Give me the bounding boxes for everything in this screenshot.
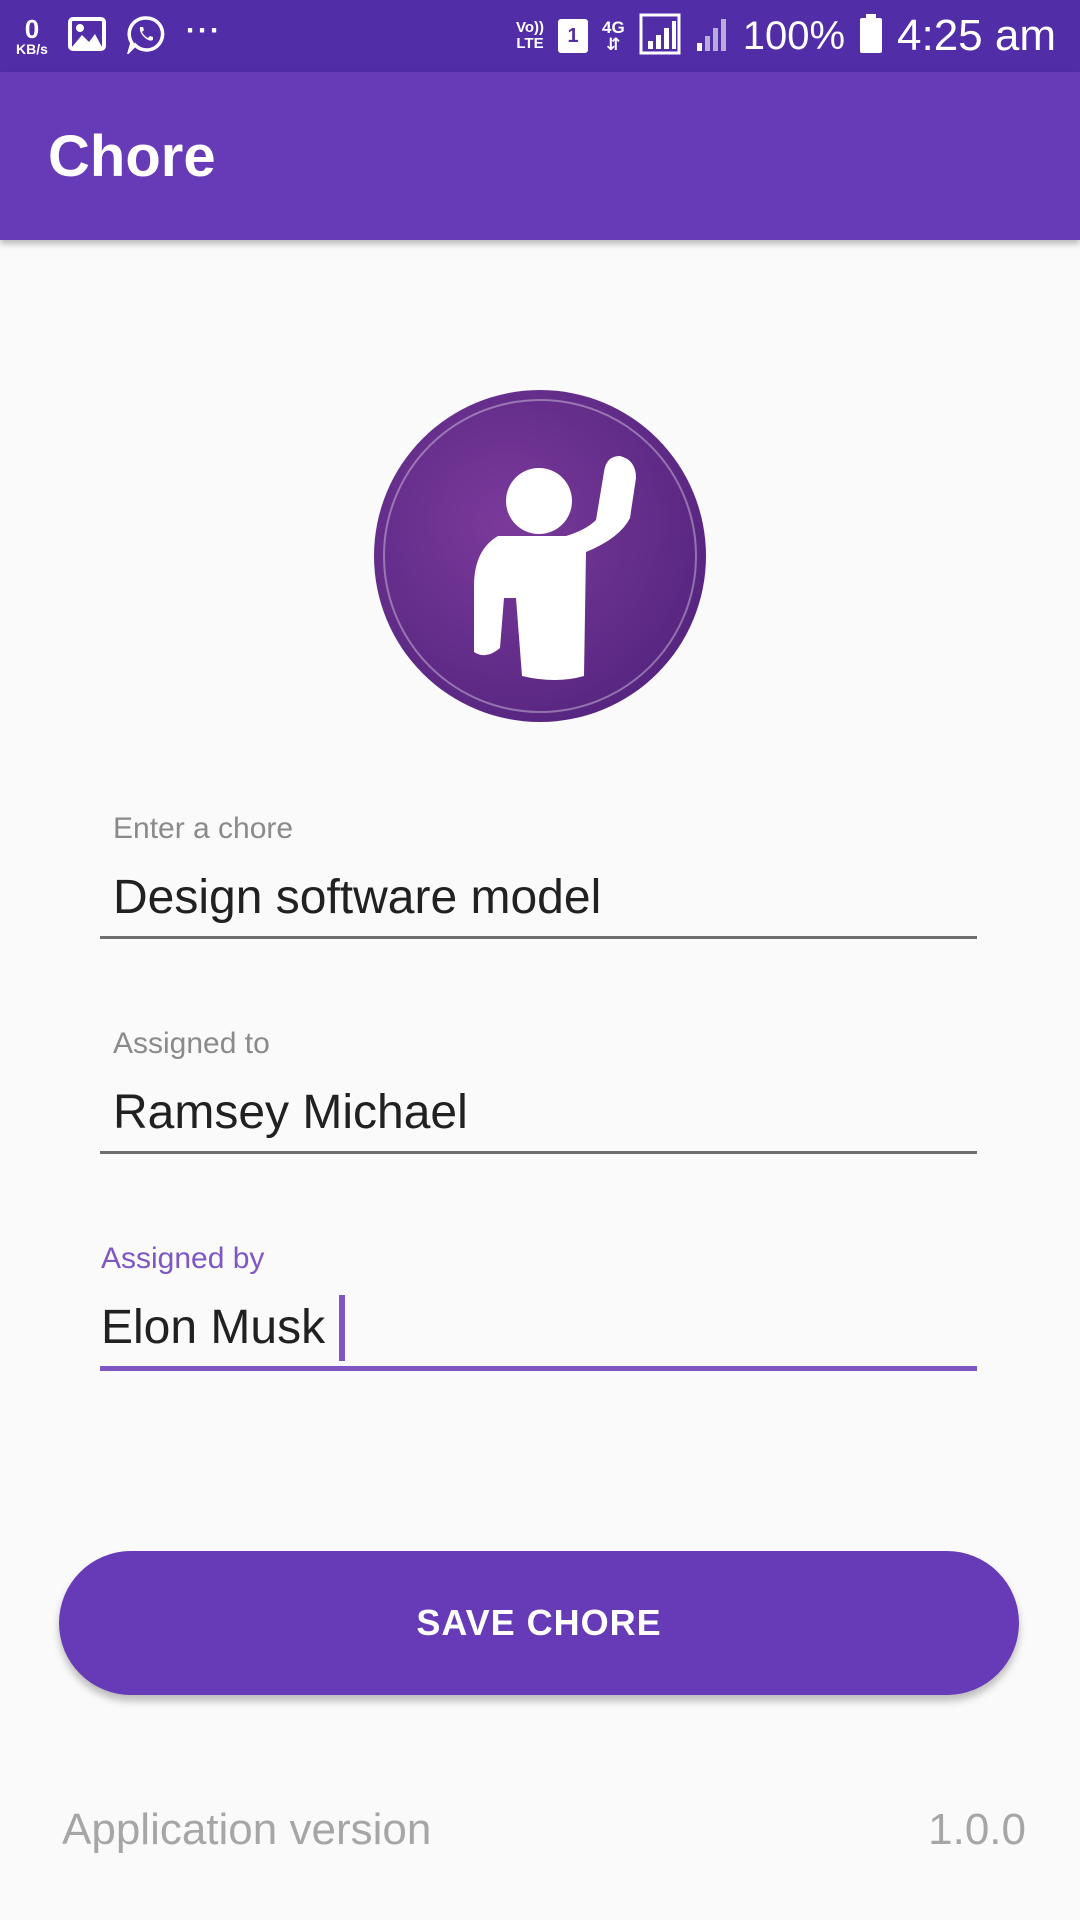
assigned-by-label: Assigned by	[101, 1242, 265, 1275]
status-bar: 0 KB/s ··· Vo)) LTE 1 4G ⇵ 100% 4:25 am	[0, 0, 1080, 72]
volte-top: Vo))	[515, 19, 545, 37]
overflow-dots: ···	[185, 14, 222, 47]
assigned-to-field[interactable]: Assigned to Ramsey Michael	[100, 1027, 977, 1154]
status-left: 0 KB/s ···	[16, 14, 242, 59]
gallery-icon	[67, 16, 106, 56]
person-waving-icon	[383, 399, 697, 713]
network-speed-unit: KB/s	[16, 41, 48, 57]
clock: 4:25 am	[897, 11, 1056, 60]
signal-secondary-icon	[695, 15, 729, 58]
assigned-by-value: Elon Musk	[101, 1301, 326, 1354]
chore-field-label: Enter a chore	[113, 812, 294, 845]
chore-field[interactable]: Enter a chore Design software model	[100, 812, 977, 939]
chore-field-underline	[100, 936, 977, 939]
assigned-by-field[interactable]: Assigned by Elon Musk	[100, 1242, 977, 1371]
network-speed: 0 KB/s	[16, 16, 48, 56]
sim-slot-badge: 1	[558, 19, 589, 53]
volte-indicator: Vo)) LTE	[516, 20, 544, 52]
network-type: 4G ⇵	[602, 19, 625, 53]
version-footer: Application version 1.0.0	[62, 1805, 1026, 1855]
network-type-label: 4G	[602, 18, 625, 37]
version-number: 1.0.0	[928, 1805, 1026, 1854]
assigned-by-input[interactable]: Elon Musk	[100, 1295, 977, 1361]
battery-percent: 100%	[742, 13, 846, 58]
network-arrows: ⇵	[606, 35, 621, 54]
assigned-to-input[interactable]: Ramsey Michael	[100, 1083, 977, 1143]
whatsapp-icon	[126, 14, 166, 59]
text-cursor	[339, 1295, 346, 1361]
save-chore-button[interactable]: SAVE CHORE	[59, 1551, 1019, 1695]
app-title: Chore	[48, 123, 216, 189]
battery-icon	[859, 13, 883, 59]
assigned-by-underline	[100, 1366, 977, 1371]
network-speed-value: 0	[24, 14, 40, 44]
chore-input[interactable]: Design software model	[100, 868, 977, 928]
version-label: Application version	[62, 1805, 432, 1854]
signal-icon	[639, 13, 681, 60]
app-bar: Chore	[0, 72, 1080, 240]
assigned-to-underline	[100, 1151, 977, 1154]
status-right: Vo)) LTE 1 4G ⇵ 100% 4:25 am	[502, 11, 1056, 61]
screen: 0 KB/s ··· Vo)) LTE 1 4G ⇵ 100% 4:25 am …	[0, 0, 1080, 1920]
volte-bottom: LTE	[516, 35, 544, 52]
chore-avatar	[374, 390, 706, 722]
assigned-to-label: Assigned to	[113, 1027, 270, 1060]
